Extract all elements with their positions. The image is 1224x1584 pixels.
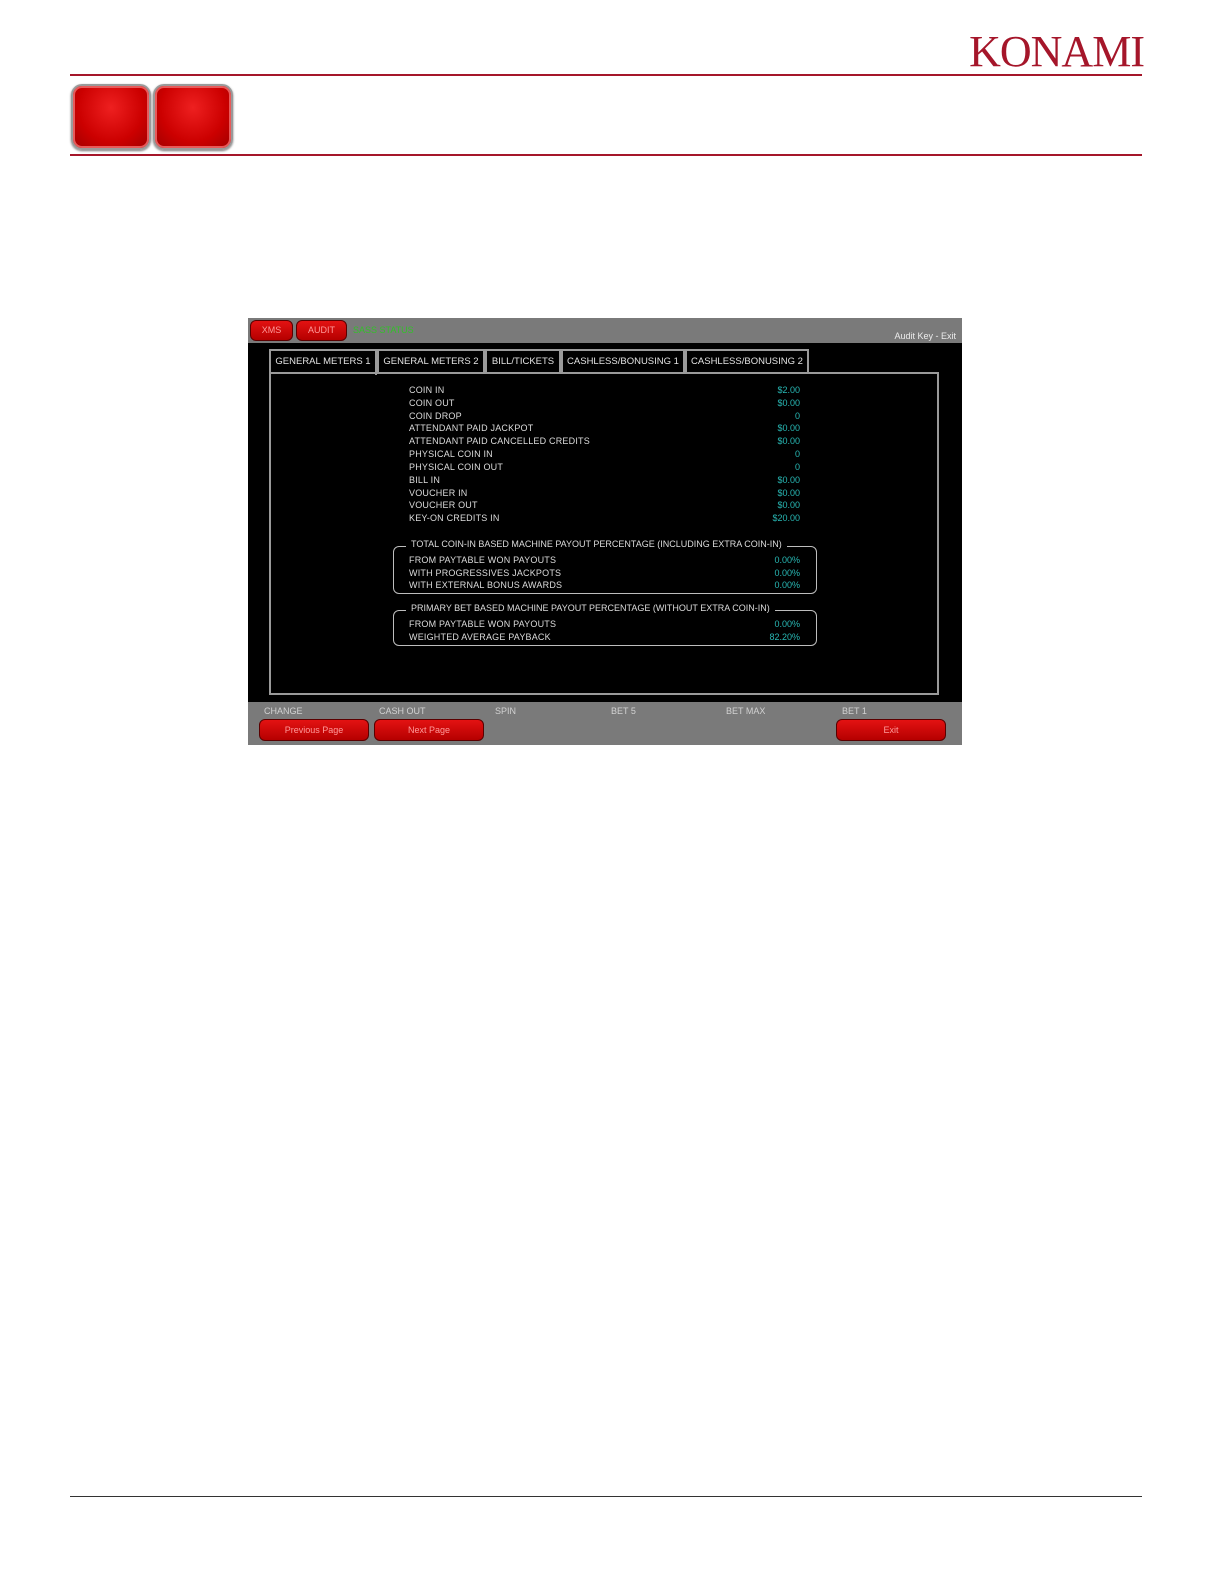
payout-label: WEIGHTED AVERAGE PAYBACK	[409, 632, 551, 642]
meter-label: KEY-ON CREDITS IN	[409, 513, 500, 523]
meter-value: $0.00	[777, 398, 800, 408]
function-key-change: CHANGE	[264, 706, 303, 716]
payout-label: FROM PAYTABLE WON PAYOUTS	[409, 555, 557, 565]
tab-cashless-bonusing-1[interactable]: CASHLESS/BONUSING 1	[561, 349, 685, 372]
payout-label: WITH EXTERNAL BONUS AWARDS	[409, 580, 563, 590]
meters-panel	[269, 372, 939, 695]
function-key-bet-5: BET 5	[611, 706, 636, 716]
meter-value: $2.00	[777, 385, 800, 395]
tab-bill-tickets[interactable]: BILL/TICKETS	[485, 349, 561, 372]
screen-top-bar: XMS AUDIT SASS STATUS Audit Key - Exit	[248, 318, 962, 343]
meter-label: PHYSICAL COIN OUT	[409, 462, 504, 472]
payout-value: 82.20%	[769, 632, 800, 642]
meter-value: $0.00	[777, 500, 800, 510]
meter-value: $0.00	[777, 475, 800, 485]
meter-label: PHYSICAL COIN IN	[409, 449, 493, 459]
meter-label: VOUCHER IN	[409, 488, 468, 498]
meter-value: $0.00	[777, 488, 800, 498]
subheader-rule	[70, 154, 1142, 156]
tab-general-meters-2[interactable]: GENERAL METERS 2	[377, 349, 485, 372]
meter-value: $20.00	[772, 513, 800, 523]
function-key-cash-out: CASH OUT	[379, 706, 426, 716]
audit-key-exit-text: Audit Key - Exit	[894, 331, 956, 341]
exit-button[interactable]: Exit	[836, 719, 946, 741]
meter-label: COIN OUT	[409, 398, 455, 408]
payout-value: 0.00%	[774, 619, 800, 629]
meter-value: 0	[794, 411, 800, 421]
meter-label: ATTENDANT PAID CANCELLED CREDITS	[409, 436, 590, 446]
meter-label: COIN DROP	[409, 411, 462, 421]
payout-value: 0.00%	[774, 568, 800, 578]
payout-label: WITH PROGRESSIVES JACKPOTS	[409, 568, 562, 578]
meter-label: BILL IN	[409, 475, 441, 485]
meter-value: 0	[794, 449, 800, 459]
next-page-button[interactable]: Next Page	[374, 719, 484, 741]
header-rule	[70, 74, 1142, 76]
function-key-bet-1: BET 1	[842, 706, 867, 716]
footer-rule	[70, 1496, 1142, 1497]
sas-status-text: SASS STATUS	[353, 325, 414, 335]
payout-value: 0.00%	[774, 555, 800, 565]
xms-button[interactable]: XMS	[250, 320, 293, 341]
function-key-spin: SPIN	[495, 706, 517, 716]
payout-label: FROM PAYTABLE WON PAYOUTS	[409, 619, 557, 629]
meter-value: 0	[794, 462, 800, 472]
chapter-tab-right	[153, 84, 233, 150]
previous-page-button[interactable]: Previous Page	[259, 719, 369, 741]
coin-in-payout-title: TOTAL COIN-IN BASED MACHINE PAYOUT PERCE…	[406, 539, 787, 549]
meter-label: VOUCHER OUT	[409, 500, 478, 510]
audit-screen: XMS AUDIT SASS STATUS Audit Key - Exit G…	[248, 318, 962, 745]
meter-value: $0.00	[777, 436, 800, 446]
primary-bet-payout-title: PRIMARY BET BASED MACHINE PAYOUT PERCENT…	[406, 603, 775, 613]
function-key-bet-max: BET MAX	[726, 706, 766, 716]
screen-bottom-bar: CHANGE CASH OUT SPIN BET 5 BET MAX BET 1…	[248, 702, 962, 745]
meter-label: ATTENDANT PAID JACKPOT	[409, 423, 534, 433]
konami-logo: KONAMI	[969, 27, 1145, 76]
chapter-tab-left	[71, 84, 151, 150]
payout-value: 0.00%	[774, 580, 800, 590]
tab-cashless-bonusing-2[interactable]: CASHLESS/BONUSING 2	[685, 349, 809, 372]
meter-value: $0.00	[777, 423, 800, 433]
meter-label: COIN IN	[409, 385, 445, 395]
audit-button[interactable]: AUDIT	[296, 320, 347, 341]
